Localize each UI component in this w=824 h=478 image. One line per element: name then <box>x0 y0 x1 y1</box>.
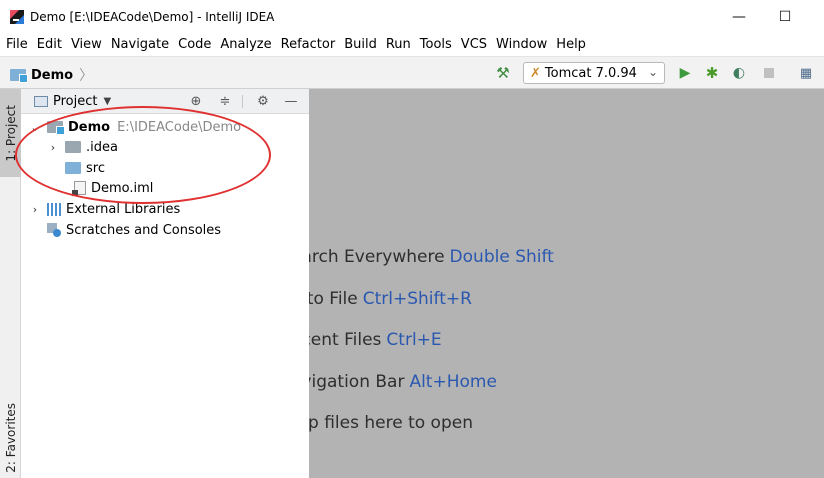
header-divider <box>242 95 243 108</box>
chevron-right-icon[interactable]: › <box>47 141 59 154</box>
menu-run[interactable]: Run <box>386 37 411 52</box>
hint-search-everywhere: earch EverywhereDouble Shift <box>309 247 554 267</box>
maximize-button[interactable]: ☐ <box>762 0 808 33</box>
tree-node-label: Demo.iml <box>91 180 154 196</box>
scratches-icon <box>47 223 61 237</box>
tree-node-idea[interactable]: › .idea <box>47 137 118 157</box>
debug-bug-icon[interactable]: ✱ <box>703 62 721 84</box>
hint-text: ecent Files <box>309 330 382 350</box>
left-tool-strip: 1: Project 2: Favorites <box>0 89 21 478</box>
folder-icon <box>65 141 81 153</box>
tree-node-scratches[interactable]: Scratches and Consoles <box>47 220 221 240</box>
library-icon <box>47 202 61 216</box>
menu-code[interactable]: Code <box>178 37 211 52</box>
tree-node-label: src <box>86 160 105 176</box>
menu-view[interactable]: View <box>71 37 102 52</box>
tomcat-icon: ✗ <box>530 65 541 81</box>
hint-drop-files: rop files here to open <box>309 413 473 433</box>
project-structure-icon[interactable]: ▦ <box>795 62 817 84</box>
project-view-selector[interactable]: Project <box>53 94 97 109</box>
hint-text: o to File <box>309 289 358 309</box>
tree-node-demo[interactable]: ⌄ Demo E:\IDEACode\Demo <box>29 117 241 137</box>
intellij-logo-icon <box>10 9 24 24</box>
tree-node-label: Scratches and Consoles <box>66 222 222 238</box>
menu-navigate[interactable]: Navigate <box>111 37 169 52</box>
menu-build[interactable]: Build <box>344 37 377 52</box>
chevron-right-icon: 〉 <box>79 68 94 84</box>
project-tool-tab[interactable]: 1: Project <box>0 89 21 177</box>
breadcrumb-label: Demo <box>31 67 74 83</box>
menu-edit[interactable]: Edit <box>37 37 62 52</box>
hint-text: earch Everywhere <box>309 247 445 267</box>
minimize-button[interactable]: — <box>716 0 762 33</box>
menu-tools[interactable]: Tools <box>420 37 452 52</box>
chevron-right-icon[interactable]: › <box>29 203 41 216</box>
project-tab-label: 1: Project <box>3 104 18 162</box>
menu-analyze[interactable]: Analyze <box>220 37 271 52</box>
menu-bar: File Edit View Navigate Code Analyze Ref… <box>0 33 824 56</box>
menu-window[interactable]: Window <box>496 37 547 52</box>
hide-panel-icon[interactable]: — <box>283 93 299 109</box>
hint-navigation-bar: avigation BarAlt+Home <box>309 372 497 392</box>
menu-refactor[interactable]: Refactor <box>281 37 336 52</box>
menu-help[interactable]: Help <box>556 37 586 52</box>
chevron-down-icon[interactable]: ⌄ <box>29 121 41 134</box>
hint-shortcut: Alt+Home <box>409 372 497 392</box>
gear-icon[interactable]: ⚙ <box>255 93 271 109</box>
navigation-bar: Demo 〉 ⚒ ✗ Tomcat 7.0.94 ⌄ ▶ ✱ ◐ ▦ <box>0 56 824 89</box>
tree-node-label: External Libraries <box>66 201 181 217</box>
collapse-all-icon[interactable]: ≑ <box>217 93 233 109</box>
hint-recent-files: ecent FilesCtrl+E <box>309 330 442 350</box>
project-panel-header: Project ▼ ⊕ ≑ ⚙ — <box>21 89 309 114</box>
run-icon[interactable]: ▶ <box>676 62 694 84</box>
hint-shortcut: Ctrl+Shift+R <box>362 289 472 309</box>
menu-vcs[interactable]: VCS <box>461 37 487 52</box>
folder-icon <box>65 162 81 174</box>
run-config-selector[interactable]: ✗ Tomcat 7.0.94 ⌄ <box>523 62 665 84</box>
title-bar: Demo [E:\IDEACode\Demo] - IntelliJ IDEA … <box>0 0 824 33</box>
favorites-tool-tab[interactable]: 2: Favorites <box>0 397 21 478</box>
menu-file[interactable]: File <box>6 37 28 52</box>
breadcrumb[interactable]: Demo 〉 <box>10 65 93 85</box>
favorites-tab-label: 2: Favorites <box>3 402 18 473</box>
project-view-icon <box>34 95 48 107</box>
tree-node-label: Demo <box>68 119 111 135</box>
tree-node-path: E:\IDEACode\Demo <box>117 119 242 135</box>
hint-shortcut: Ctrl+E <box>386 330 442 350</box>
stop-icon[interactable] <box>760 62 778 84</box>
hint-shortcut: Double Shift <box>449 247 554 267</box>
iml-file-icon <box>72 181 86 196</box>
coverage-icon[interactable]: ◐ <box>730 62 748 84</box>
hint-go-to-file: o to FileCtrl+Shift+R <box>309 289 472 309</box>
hint-text: avigation Bar <box>309 372 405 392</box>
tree-node-label: .idea <box>86 139 118 155</box>
hint-text: rop files here to open <box>309 413 473 433</box>
editor-area[interactable]: earch EverywhereDouble Shift o to FileCt… <box>309 89 824 478</box>
chevron-down-icon: ⌄ <box>647 65 658 79</box>
module-folder-icon <box>47 121 65 135</box>
tree-node-src[interactable]: src <box>65 158 105 178</box>
project-panel: Project ▼ ⊕ ≑ ⚙ — ⌄ Demo E:\IDEACode\Dem… <box>21 89 309 478</box>
window-title: Demo [E:\IDEACode\Demo] - IntelliJ IDEA <box>30 9 275 24</box>
module-folder-icon <box>10 69 28 83</box>
locate-target-icon[interactable]: ⊕ <box>188 93 204 109</box>
tree-node-iml[interactable]: Demo.iml <box>72 178 154 198</box>
build-hammer-icon[interactable]: ⚒ <box>493 62 513 84</box>
caret-down-icon[interactable]: ▼ <box>103 96 111 107</box>
run-config-label: Tomcat 7.0.94 <box>544 65 637 81</box>
tree-node-external-libraries[interactable]: › External Libraries <box>29 199 180 219</box>
